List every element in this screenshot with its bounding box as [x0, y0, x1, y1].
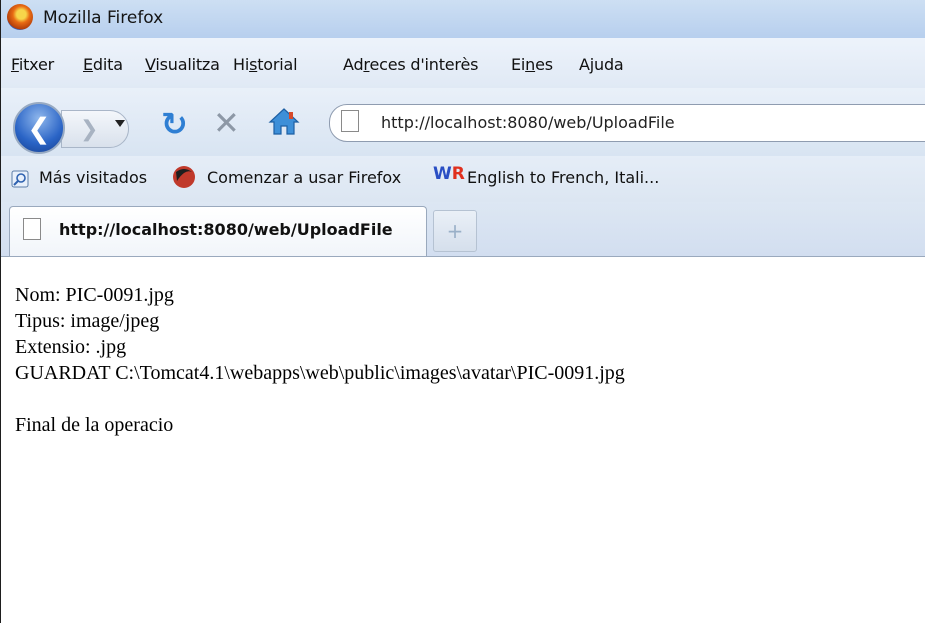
- page-icon: [341, 110, 359, 132]
- bookmark-comenzar-firefox[interactable]: Comenzar a usar Firefox: [207, 168, 401, 187]
- search-icon: [11, 170, 29, 188]
- title-bar: Mozilla Firefox: [1, 0, 925, 38]
- reload-icon[interactable]: ↻: [161, 105, 188, 143]
- file-type-line: Tipus: image/jpeg: [15, 310, 160, 332]
- url-text[interactable]: http://localhost:8080/web/UploadFile: [381, 113, 675, 132]
- stop-icon[interactable]: ✕: [213, 104, 240, 142]
- new-tab-button[interactable]: +: [433, 210, 477, 252]
- menu-fitxer[interactable]: Fitxer: [11, 55, 54, 74]
- forward-arrow-icon: ❯: [80, 116, 99, 142]
- tab-label[interactable]: http://localhost:8080/web/UploadFile: [59, 220, 393, 239]
- forward-button[interactable]: ❯: [61, 110, 129, 148]
- menu-edita[interactable]: Edita: [83, 55, 123, 74]
- back-arrow-icon: ❮: [27, 111, 51, 145]
- menu-ajuda[interactable]: Ajuda: [579, 55, 624, 74]
- file-name-line: Nom: PIC-0091.jpg: [15, 284, 174, 306]
- history-dropdown-icon[interactable]: [115, 120, 125, 127]
- back-button[interactable]: ❮: [13, 102, 65, 154]
- menu-eines[interactable]: Eines: [511, 55, 553, 74]
- menu-adreces-d-inter-s[interactable]: Adreces d'interès: [343, 55, 478, 74]
- file-extension-line: Extensio: .jpg: [15, 336, 127, 358]
- menu-visualitza[interactable]: Visualitza: [145, 55, 220, 74]
- bookmark-mas-visitados[interactable]: Más visitados: [39, 168, 147, 187]
- tab-page-icon: [23, 218, 41, 240]
- saved-path-line: GUARDAT C:\Tomcat4.1\webapps\web\public\…: [15, 362, 625, 384]
- menu-bar: Fitxer Edita Visualitza Historial Adreces d'…: [1, 38, 925, 88]
- firefox-icon: [173, 166, 195, 188]
- wordreference-icon: WR: [433, 164, 465, 184]
- final-message: Final de la operacio: [15, 414, 174, 436]
- browser-window: Mozilla Firefox Fitxer Edita Visualitza His…: [0, 0, 925, 623]
- page-content: Nom: PIC-0091.jpg Tipus: image/jpeg Exte…: [15, 282, 915, 438]
- home-icon[interactable]: [267, 104, 301, 138]
- menu-historial[interactable]: Historial: [233, 55, 298, 74]
- window-title: Mozilla Firefox: [43, 8, 164, 28]
- bookmark-english-french[interactable]: English to French, Itali...: [467, 168, 659, 187]
- firefox-logo-icon: [7, 4, 33, 30]
